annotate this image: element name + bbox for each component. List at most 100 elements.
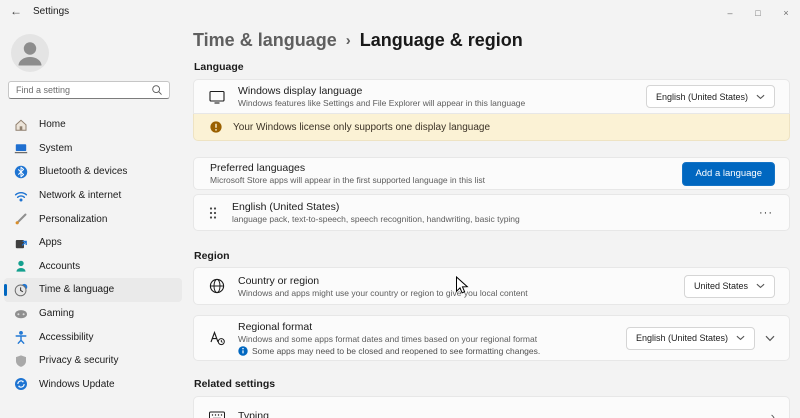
sidebar-item-label: Bluetooth & devices (39, 166, 128, 178)
sidebar-item-gaming[interactable]: Gaming (4, 302, 182, 326)
sidebar-item-label: Windows Update (39, 378, 115, 390)
warning-icon (210, 121, 222, 133)
sidebar-item-label: Privacy & security (39, 355, 119, 367)
dropdown-value: English (United States) (635, 333, 728, 343)
system-icon (14, 141, 28, 155)
settings-window: ← Settings – □ × Find a setting Home Sys… (0, 0, 800, 418)
time-language-icon (14, 283, 28, 297)
sidebar-item-label: Accounts (39, 260, 81, 272)
mouse-cursor (456, 276, 469, 294)
gaming-icon (14, 307, 28, 321)
sidebar-item-label: Time & language (39, 284, 115, 296)
regional-format-dropdown[interactable]: English (United States) (625, 326, 755, 350)
sidebar-item-privacy[interactable]: Privacy & security (4, 349, 182, 373)
breadcrumb-parent[interactable]: Time & language (193, 30, 337, 51)
personalization-icon (14, 212, 28, 226)
globe-icon (208, 277, 226, 295)
language-name: English (United States) (232, 201, 340, 213)
apps-icon (14, 236, 28, 250)
home-icon (14, 118, 28, 132)
regional-format-icon (208, 329, 226, 347)
user-icon (18, 42, 42, 66)
section-label-language: Language (194, 61, 244, 73)
bluetooth-icon (14, 165, 28, 179)
country-region-card: Country or region Windows and apps might… (193, 267, 790, 305)
chevron-right-icon: › (770, 408, 775, 418)
regional-format-note: Some apps may need to be closed and reop… (238, 346, 626, 356)
warning-text: Your Windows license only supports one d… (233, 121, 491, 133)
sidebar-item-windows-update[interactable]: Windows Update (4, 373, 182, 397)
chevron-down-icon (736, 335, 745, 341)
display-language-dropdown[interactable]: English (United States) (645, 85, 775, 108)
drag-handle-icon[interactable] (208, 205, 218, 221)
section-label-region: Region (194, 250, 230, 262)
setting-title: Typing (238, 410, 269, 418)
selection-indicator (4, 283, 7, 296)
search-icon (151, 84, 163, 96)
typing-card[interactable]: Typing › (193, 396, 790, 418)
shield-icon (14, 354, 28, 368)
avatar (11, 34, 49, 72)
breadcrumb: Time & language › Language & region (193, 30, 523, 51)
search-input[interactable] (9, 85, 151, 95)
regional-format-card: Regional format Windows and some apps fo… (193, 315, 790, 361)
sidebar-item-label: Gaming (39, 308, 75, 320)
sidebar-item-home[interactable]: Home (4, 113, 182, 137)
accounts-icon (14, 259, 28, 273)
search-box (8, 81, 170, 99)
sidebar-item-label: System (39, 142, 73, 154)
main-content: Time & language › Language & region Lang… (193, 0, 790, 418)
app-title: Settings (33, 6, 70, 17)
sidebar-item-accessibility[interactable]: Accessibility (4, 325, 182, 349)
chevron-down-icon (756, 94, 765, 99)
country-dropdown[interactable]: United States (683, 274, 775, 298)
more-options-icon[interactable]: ··· (757, 207, 775, 219)
back-button[interactable]: ← (10, 4, 22, 18)
breadcrumb-separator-icon: › (345, 32, 351, 49)
setting-title: Preferred languages (210, 162, 306, 174)
page-title: Language & region (359, 30, 523, 50)
note-text: Some apps may need to be closed and reop… (252, 345, 541, 356)
add-language-button[interactable]: Add a language (682, 161, 775, 186)
windows-update-icon (14, 377, 28, 391)
dropdown-value: United States (693, 281, 748, 291)
dropdown-value: English (United States) (655, 91, 748, 102)
regional-format-text: Regional format Windows and some apps fo… (238, 321, 626, 356)
sidebar-item-time-language[interactable]: Time & language (4, 278, 182, 302)
sidebar-item-system[interactable]: System (4, 137, 182, 161)
sidebar-item-label: Home (39, 119, 66, 131)
monitor-icon (208, 88, 226, 106)
display-language-text: Windows display language Windows feature… (238, 85, 646, 108)
language-features: language pack, text-to-speech, speech re… (232, 214, 520, 224)
setting-subtitle: Microsoft Store apps will appear in the … (210, 175, 485, 185)
setting-title: Regional format (238, 320, 313, 333)
sidebar-item-label: Apps (39, 237, 62, 249)
setting-title: Windows display language (238, 85, 363, 97)
chevron-down-icon (765, 335, 775, 341)
sidebar-nav: Home System Bluetooth & devices Network … (4, 113, 182, 396)
sidebar-item-label: Network & internet (39, 190, 122, 202)
sidebar-item-label: Personalization (39, 213, 108, 225)
expand-card-button[interactable] (765, 335, 775, 342)
info-icon (238, 345, 248, 356)
license-warning-banner: Your Windows license only supports one d… (193, 114, 790, 141)
preferred-languages-card: Preferred languages Microsoft Store apps… (193, 157, 790, 190)
sidebar-item-apps[interactable]: Apps (4, 231, 182, 255)
display-language-card: Windows display language Windows feature… (193, 79, 790, 114)
setting-subtitle: Windows features like Settings and File … (238, 98, 526, 108)
sidebar-item-personalization[interactable]: Personalization (4, 207, 182, 231)
network-icon (14, 189, 28, 203)
setting-subtitle: Windows and some apps format dates and t… (238, 333, 538, 344)
sidebar-item-accounts[interactable]: Accounts (4, 255, 182, 279)
chevron-down-icon (756, 283, 765, 289)
sidebar-item-label: Accessibility (39, 331, 94, 343)
sidebar-item-network[interactable]: Network & internet (4, 184, 182, 208)
section-label-related-settings: Related settings (194, 378, 276, 390)
language-row: English (United States) language pack, t… (193, 194, 790, 231)
sidebar-item-bluetooth[interactable]: Bluetooth & devices (4, 160, 182, 184)
accessibility-icon (14, 330, 28, 345)
language-row-text: English (United States) language pack, t… (232, 201, 757, 224)
preferred-languages-text: Preferred languages Microsoft Store apps… (210, 162, 682, 185)
typing-text: Typing (238, 410, 771, 418)
sidebar: Home System Bluetooth & devices (0, 25, 186, 418)
